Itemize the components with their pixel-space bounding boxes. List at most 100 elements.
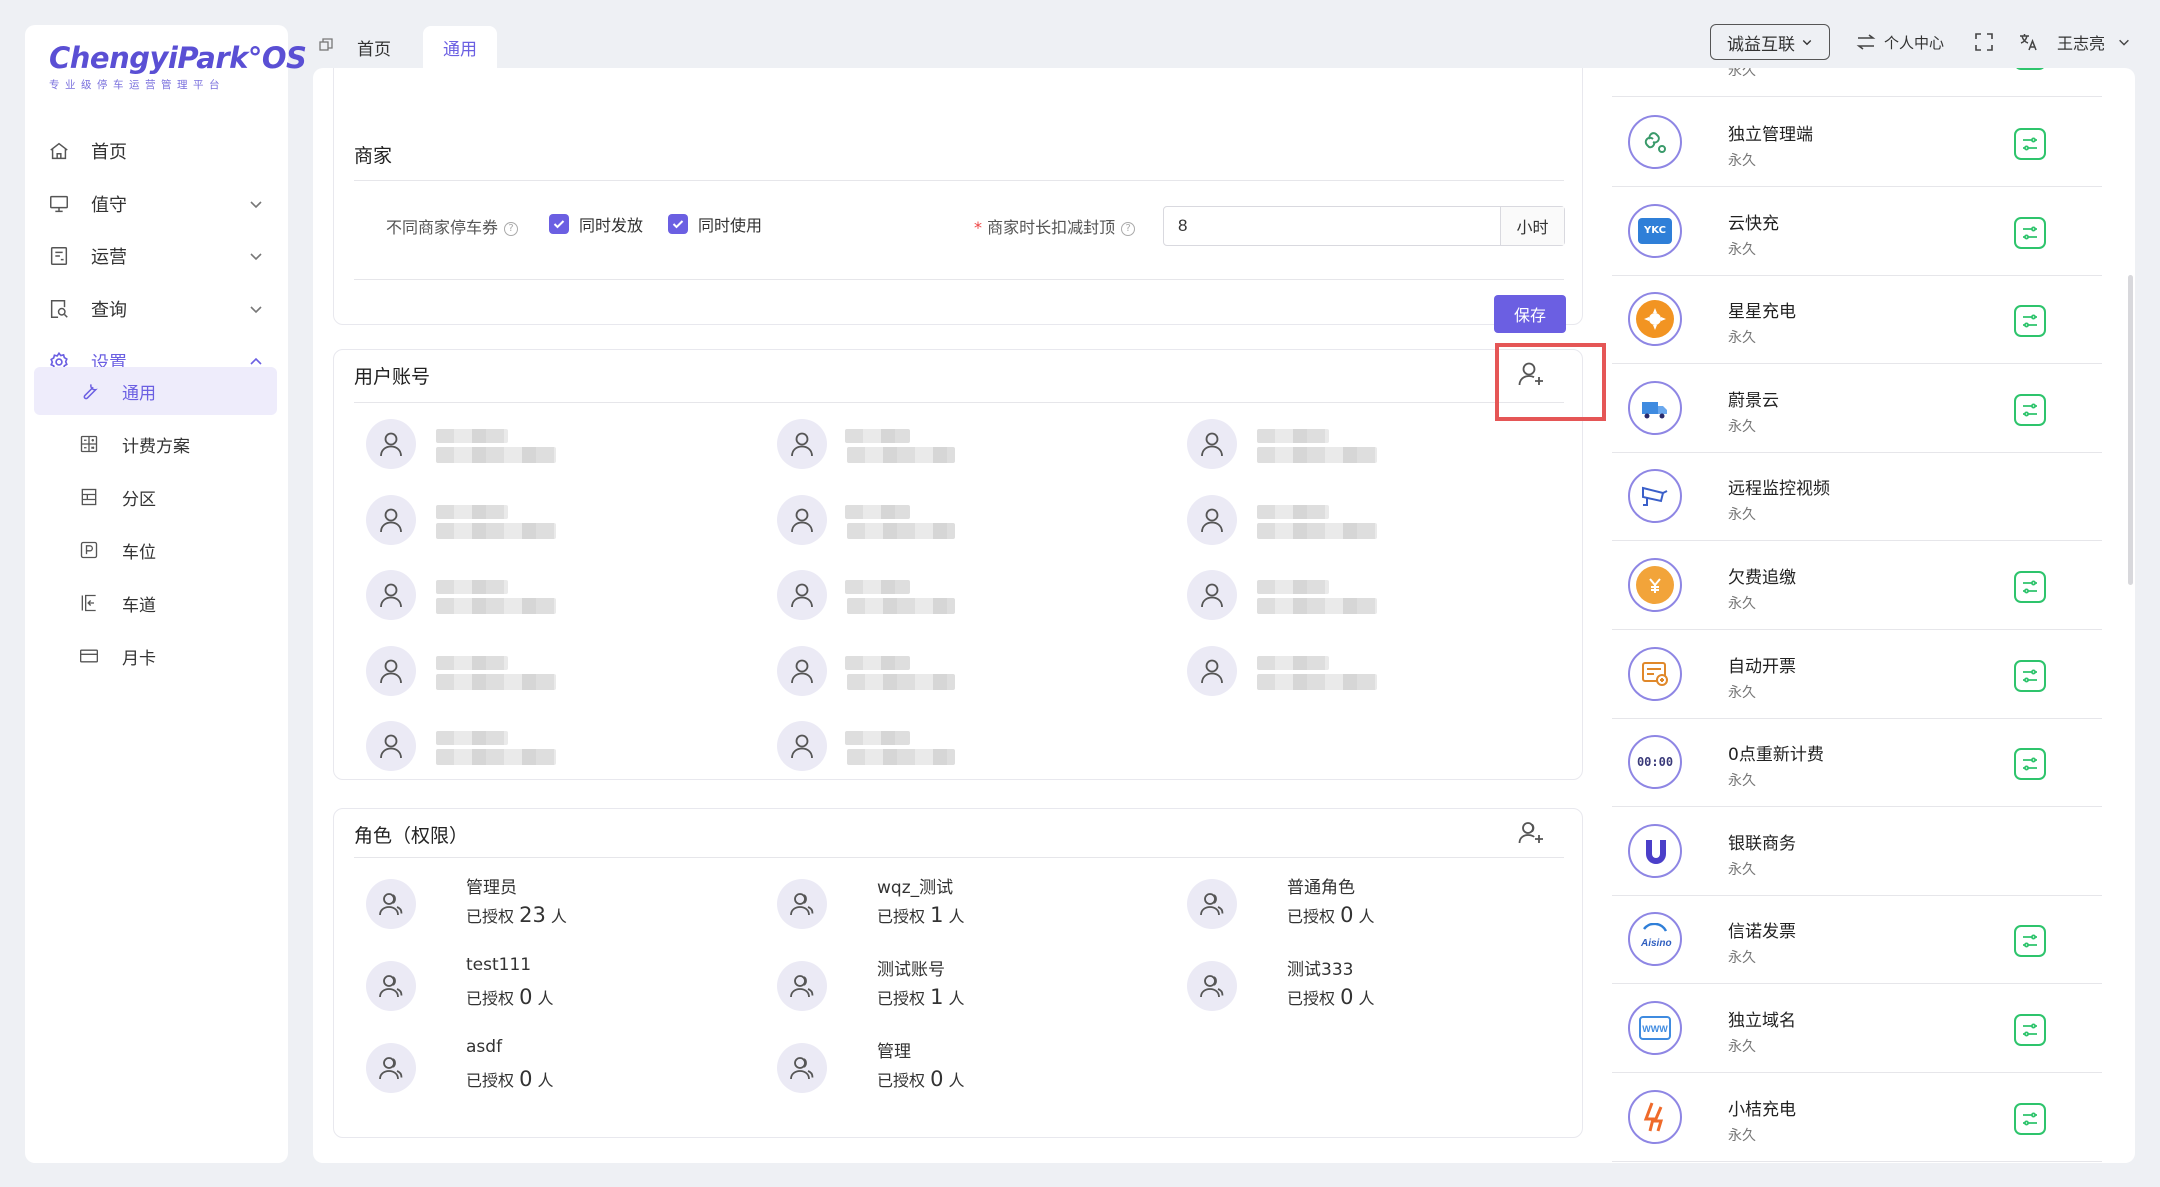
role-name[interactable]: 管理 (877, 1037, 911, 1062)
user-avatar[interactable] (366, 419, 416, 469)
partition-icon (78, 486, 100, 508)
toggle-settings-icon (2023, 934, 2037, 948)
svg-text:Aisino: Aisino (1640, 938, 1672, 949)
role-name[interactable]: 测试账号 (877, 955, 945, 980)
sidebar-item-duty[interactable]: 值守 (25, 180, 288, 228)
role-name[interactable]: wqz_测试 (877, 873, 953, 898)
role-icon[interactable] (777, 879, 827, 929)
app-settings-button[interactable] (2014, 748, 2046, 781)
user-name-redacted (845, 505, 910, 519)
role-name[interactable]: asdf (466, 1037, 502, 1057)
role-icon[interactable] (366, 961, 416, 1011)
role-count-suffix: 人 (532, 1071, 554, 1090)
app-row: 00:00 0点重新计费 永久 (1612, 718, 2102, 808)
org-select[interactable]: 诚益互联 (1710, 24, 1830, 60)
role-icon[interactable] (1187, 961, 1237, 1011)
role-icon[interactable] (777, 1043, 827, 1093)
user-name-redacted (1257, 580, 1329, 594)
role-name[interactable]: 普通角色 (1287, 873, 1355, 898)
sidebar-sub-lane[interactable]: 车道 (34, 579, 277, 627)
role-icon[interactable] (366, 1043, 416, 1093)
user-avatar[interactable] (1187, 570, 1237, 620)
app-settings-button[interactable] (2014, 925, 2046, 958)
app-name: 银联商务 (1728, 833, 1796, 854)
tab-general[interactable]: 通用 (423, 26, 497, 68)
role-name[interactable]: test111 (466, 955, 531, 975)
app-row: 欠费追缴 永久 (1612, 541, 2102, 630)
user-detail-redacted (436, 674, 556, 690)
role-icon[interactable] (1187, 879, 1237, 929)
app-settings-button[interactable] (2014, 1102, 2046, 1135)
app-settings-button[interactable] (2014, 128, 2046, 160)
app-sub: 永久 (1728, 1039, 1756, 1055)
app-sub: 永久 (1728, 507, 1756, 524)
role-icon[interactable] (777, 961, 827, 1011)
user-avatar[interactable] (777, 570, 827, 620)
role-count: 已授权 0 人 (1287, 903, 1375, 927)
user-avatar[interactable] (777, 721, 827, 771)
sidebar-item-query[interactable]: 查询 (25, 285, 288, 333)
sidebar-sub-general[interactable]: 通用 (34, 367, 277, 415)
user-menu[interactable]: 王志亮 (2057, 22, 2131, 62)
sidebar-item-operation[interactable]: 运营 (25, 232, 288, 280)
sidebar-sub-billing[interactable]: 计费方案 (34, 420, 277, 468)
app-settings-button[interactable] (2014, 305, 2046, 338)
bolt-icon (1628, 1089, 1682, 1144)
user-avatar[interactable] (366, 495, 416, 545)
role-icon[interactable] (366, 879, 416, 929)
limit-input[interactable] (1164, 207, 1500, 245)
app-settings-button[interactable] (2014, 68, 2046, 70)
user-detail-redacted (436, 749, 556, 765)
user-detail-redacted (1257, 523, 1377, 539)
sidebar-sub-partition[interactable]: 分区 (34, 473, 277, 521)
user-avatar[interactable] (1187, 495, 1237, 545)
role-count-prefix: 已授权 (466, 1071, 520, 1090)
language-button[interactable] (2018, 22, 2038, 62)
help-icon[interactable]: ? (504, 221, 519, 236)
sidebar-item-home[interactable]: 首页 (25, 127, 288, 175)
sidebar-sub-monthcard[interactable]: 月卡 (34, 632, 277, 680)
tab-home[interactable]: 首页 (357, 26, 391, 68)
add-role-button[interactable] (1517, 819, 1545, 852)
app-sub: 永久 (1728, 861, 1756, 878)
user-avatar[interactable] (777, 646, 827, 696)
merchant-title: 商家 (354, 145, 393, 167)
role-count-value: 0 (1340, 985, 1354, 1009)
role-count: 已授权 23 人 (466, 903, 567, 927)
user-accounts-card: 用户账号 (333, 349, 1583, 780)
user-avatar[interactable] (366, 721, 416, 771)
role-count: 已授权 0 人 (1287, 985, 1375, 1009)
user-avatar[interactable] (777, 495, 827, 545)
role-name[interactable]: 测试333 (1287, 955, 1353, 980)
app-settings-button[interactable] (2014, 1014, 2046, 1046)
app-settings-button[interactable] (2014, 659, 2046, 692)
tabs-icon[interactable] (319, 36, 333, 57)
personal-center-link[interactable]: 个人中心 (1856, 22, 1944, 62)
user-avatar[interactable] (1187, 646, 1237, 696)
app-settings-button[interactable] (2014, 571, 2046, 603)
personal-center-label: 个人中心 (1884, 33, 1945, 52)
org-select-value: 诚益互联 (1727, 34, 1795, 55)
limit-input-group: 小时 (1163, 206, 1565, 246)
save-button[interactable]: 保存 (1494, 295, 1566, 333)
fullscreen-button[interactable] (1975, 22, 1993, 62)
use-together-checkbox[interactable]: 同时使用 (668, 212, 762, 236)
chevron-down-icon (250, 306, 262, 314)
wrench-icon (78, 380, 100, 402)
help-icon[interactable]: ? (1121, 221, 1136, 236)
user-avatar[interactable] (1187, 419, 1237, 469)
role-count-prefix: 已授权 (1287, 989, 1341, 1008)
sidebar-sub-parking[interactable]: 车位 (34, 526, 277, 574)
user-avatar[interactable] (366, 570, 416, 620)
app-settings-button[interactable] (2014, 216, 2046, 249)
user-name-redacted (1257, 505, 1329, 519)
user-avatar[interactable] (366, 646, 416, 696)
app-settings-button[interactable] (2014, 393, 2046, 426)
issue-together-checkbox[interactable]: 同时发放 (549, 212, 643, 236)
scrollbar[interactable] (2128, 275, 2133, 585)
app-name: 独立管理端 (1728, 125, 1813, 145)
user-avatar[interactable] (777, 419, 827, 469)
role-name[interactable]: 管理员 (466, 873, 517, 898)
app-name: 云快充 (1728, 213, 1779, 234)
user-detail-redacted (847, 674, 955, 690)
